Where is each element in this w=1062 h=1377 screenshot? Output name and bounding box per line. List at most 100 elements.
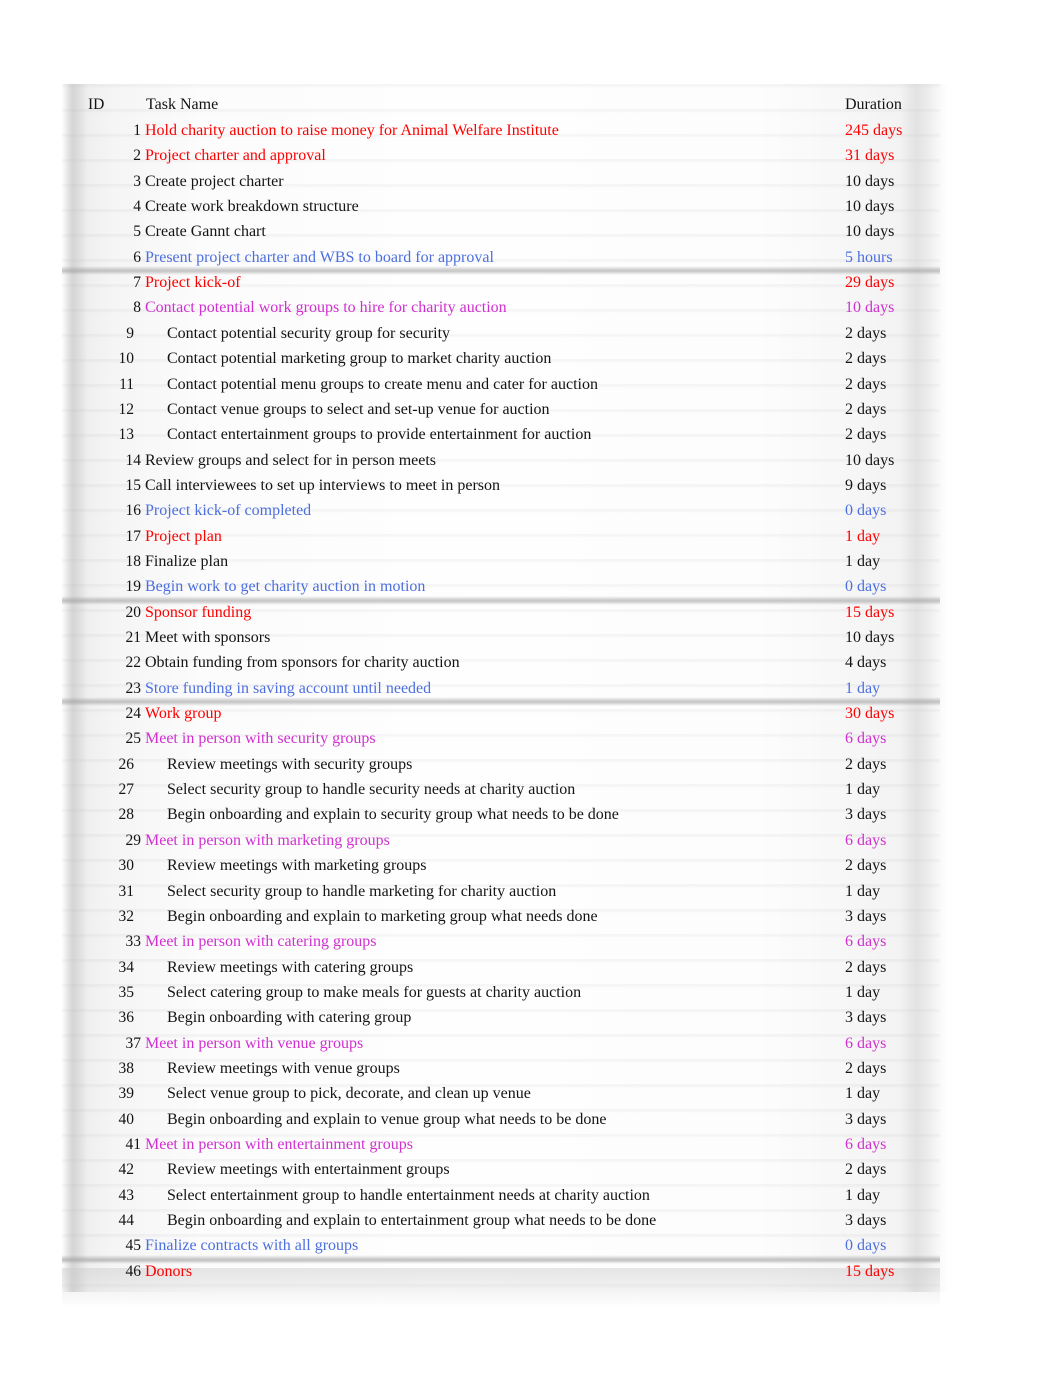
row-task-name[interactable]: Sponsor funding <box>145 600 251 625</box>
table-row[interactable]: 35 Select catering group to make meals fo… <box>0 980 1062 1005</box>
row-duration[interactable]: 10 days <box>845 625 894 650</box>
row-duration[interactable]: 9 days <box>845 473 886 498</box>
row-task-name[interactable]: Begin onboarding with catering group <box>167 1005 411 1030</box>
row-duration[interactable]: 1 day <box>845 549 880 574</box>
row-task-name[interactable]: Work group <box>145 701 221 726</box>
row-task-name[interactable]: Select catering group to make meals for … <box>167 980 581 1005</box>
row-task-name[interactable]: Create Gannt chart <box>145 219 266 244</box>
row-task-name[interactable]: Review meetings with marketing groups <box>167 853 427 878</box>
row-duration[interactable]: 2 days <box>845 346 886 371</box>
table-row[interactable]: 10 Contact potential marketing group to m… <box>0 346 1062 371</box>
row-task-name[interactable]: Store funding in saving account until ne… <box>145 676 431 701</box>
table-row[interactable]: 3 Create project charter 10 days <box>0 169 1062 194</box>
row-duration[interactable]: 4 days <box>845 650 886 675</box>
row-duration[interactable]: 10 days <box>845 169 894 194</box>
row-duration[interactable]: 2 days <box>845 1157 886 1182</box>
table-row[interactable]: 28 Begin onboarding and explain to securi… <box>0 802 1062 827</box>
row-task-name[interactable]: Select security group to handle marketin… <box>167 879 556 904</box>
row-duration[interactable]: 3 days <box>845 802 886 827</box>
row-duration[interactable]: 1 day <box>845 777 880 802</box>
table-row[interactable]: 18 Finalize plan 1 day <box>0 549 1062 574</box>
row-duration[interactable]: 0 days <box>845 1233 886 1258</box>
table-row[interactable]: 44 Begin onboarding and explain to entert… <box>0 1208 1062 1233</box>
row-duration[interactable]: 2 days <box>845 1056 886 1081</box>
row-task-name[interactable]: Select venue group to pick, decorate, an… <box>167 1081 531 1106</box>
table-row[interactable]: 2 Project charter and approval 31 days <box>0 143 1062 168</box>
row-task-name[interactable]: Project kick-of completed <box>145 498 311 523</box>
row-task-name[interactable]: Meet in person with marketing groups <box>145 828 390 853</box>
table-row[interactable]: 22 Obtain funding from sponsors for chari… <box>0 650 1062 675</box>
row-duration[interactable]: 1 day <box>845 1183 880 1208</box>
table-row[interactable]: 33 Meet in person with catering groups 6 d… <box>0 929 1062 954</box>
table-row[interactable]: 38 Review meetings with venue groups 2 day… <box>0 1056 1062 1081</box>
row-duration[interactable]: 245 days <box>845 118 902 143</box>
row-duration[interactable]: 1 day <box>845 980 880 1005</box>
row-task-name[interactable]: Meet with sponsors <box>145 625 270 650</box>
row-duration[interactable]: 2 days <box>845 397 886 422</box>
row-task-name[interactable]: Create project charter <box>145 169 284 194</box>
row-task-name[interactable]: Review groups and select for in person m… <box>145 448 436 473</box>
row-task-name[interactable]: Review meetings with entertainment group… <box>167 1157 450 1182</box>
table-row[interactable]: 37 Meet in person with venue groups 6 days <box>0 1031 1062 1056</box>
row-duration[interactable]: 6 days <box>845 929 886 954</box>
row-task-name[interactable]: Meet in person with entertainment groups <box>145 1132 413 1157</box>
row-duration[interactable]: 2 days <box>845 955 886 980</box>
row-task-name[interactable]: Call interviewees to set up interviews t… <box>145 473 500 498</box>
table-row[interactable]: 41 Meet in person with entertainment grou… <box>0 1132 1062 1157</box>
row-duration[interactable]: 2 days <box>845 422 886 447</box>
table-row[interactable]: 42 Review meetings with entertainment gro… <box>0 1157 1062 1182</box>
row-task-name[interactable]: Finalize plan <box>145 549 228 574</box>
row-duration[interactable]: 2 days <box>845 752 886 777</box>
row-task-name[interactable]: Present project charter and WBS to board… <box>145 245 494 270</box>
table-row[interactable]: 23 Store funding in saving account until … <box>0 676 1062 701</box>
row-task-name[interactable]: Obtain funding from sponsors for charity… <box>145 650 460 675</box>
table-row[interactable]: 30 Review meetings with marketing groups 2… <box>0 853 1062 878</box>
row-task-name[interactable]: Begin onboarding and explain to venue gr… <box>167 1107 606 1132</box>
table-row[interactable]: 21 Meet with sponsors 10 days <box>0 625 1062 650</box>
row-duration[interactable]: 30 days <box>845 701 894 726</box>
table-row[interactable]: 4 Create work breakdown structure 10 days <box>0 194 1062 219</box>
row-task-name[interactable]: Donors <box>145 1259 192 1284</box>
row-task-name[interactable]: Review meetings with venue groups <box>167 1056 400 1081</box>
table-row[interactable]: 34 Review meetings with catering groups 2 … <box>0 955 1062 980</box>
row-task-name[interactable]: Begin work to get charity auction in mot… <box>145 574 425 599</box>
row-task-name[interactable]: Meet in person with venue groups <box>145 1031 363 1056</box>
table-row[interactable]: 15 Call interviewees to set up interviews… <box>0 473 1062 498</box>
row-duration[interactable]: 10 days <box>845 295 894 320</box>
table-row[interactable]: 27 Select security group to handle securi… <box>0 777 1062 802</box>
row-duration[interactable]: 2 days <box>845 853 886 878</box>
table-row[interactable]: 17 Project plan 1 day <box>0 524 1062 549</box>
table-row[interactable]: 32 Begin onboarding and explain to market… <box>0 904 1062 929</box>
row-task-name[interactable]: Contact potential menu groups to create … <box>167 372 598 397</box>
row-duration[interactable]: 2 days <box>845 372 886 397</box>
row-duration[interactable]: 10 days <box>845 448 894 473</box>
row-duration[interactable]: 2 days <box>845 321 886 346</box>
row-task-name[interactable]: Begin onboarding and explain to entertai… <box>167 1208 656 1233</box>
row-duration[interactable]: 3 days <box>845 1107 886 1132</box>
table-row[interactable]: 40 Begin onboarding and explain to venue … <box>0 1107 1062 1132</box>
row-duration[interactable]: 10 days <box>845 219 894 244</box>
table-row[interactable]: 1 Hold charity auction to raise money for… <box>0 118 1062 143</box>
row-duration[interactable]: 15 days <box>845 600 894 625</box>
table-row[interactable]: 20 Sponsor funding 15 days <box>0 600 1062 625</box>
row-duration[interactable]: 1 day <box>845 676 880 701</box>
table-row[interactable]: 25 Meet in person with security groups 6 d… <box>0 726 1062 751</box>
row-duration[interactable]: 1 day <box>845 524 880 549</box>
row-duration[interactable]: 6 days <box>845 726 886 751</box>
row-duration[interactable]: 6 days <box>845 828 886 853</box>
table-row[interactable]: 29 Meet in person with marketing groups 6 … <box>0 828 1062 853</box>
row-duration[interactable]: 3 days <box>845 904 886 929</box>
row-task-name[interactable]: Contact venue groups to select and set-u… <box>167 397 550 422</box>
row-duration[interactable]: 6 days <box>845 1132 886 1157</box>
table-row[interactable]: 11 Contact potential menu groups to creat… <box>0 372 1062 397</box>
row-duration[interactable]: 0 days <box>845 498 886 523</box>
row-duration[interactable]: 31 days <box>845 143 894 168</box>
table-row[interactable]: 36 Begin onboarding with catering group 3 … <box>0 1005 1062 1030</box>
table-row[interactable]: 31 Select security group to handle market… <box>0 879 1062 904</box>
row-task-name[interactable]: Project plan <box>145 524 222 549</box>
table-row[interactable]: 13 Contact entertainment groups to provid… <box>0 422 1062 447</box>
row-task-name[interactable]: Finalize contracts with all groups <box>145 1233 358 1258</box>
table-row[interactable]: 6 Present project charter and WBS to boar… <box>0 245 1062 270</box>
row-task-name[interactable]: Create work breakdown structure <box>145 194 359 219</box>
row-duration[interactable]: 1 day <box>845 1081 880 1106</box>
